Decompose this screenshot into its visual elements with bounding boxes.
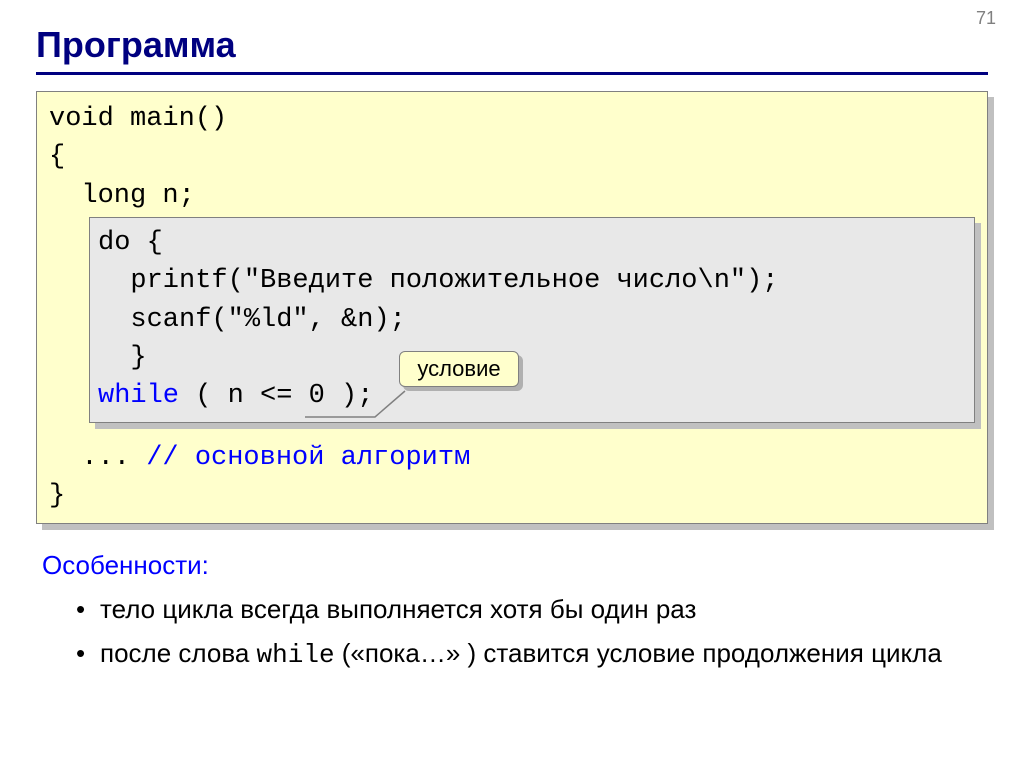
code-line: } xyxy=(98,339,966,377)
keyword-while: while xyxy=(98,381,179,411)
callout-body: условие xyxy=(399,351,519,387)
page-number: 71 xyxy=(976,8,996,29)
title-underline xyxy=(36,72,988,75)
code-line: ... // основной алгоритм xyxy=(37,439,987,477)
code-line: { xyxy=(37,138,987,176)
callout-connector xyxy=(305,387,415,427)
features-list: тело цикла всегда выполняется хотя бы од… xyxy=(76,591,988,674)
code-block: void main() { long n; do { printf("Введи… xyxy=(36,91,988,524)
callout: условие xyxy=(399,351,519,387)
inner-code-body: do { printf("Введите положительное число… xyxy=(89,217,975,423)
code-block-body: void main() { long n; do { printf("Введи… xyxy=(36,91,988,524)
code-comment: // основной алгоритм xyxy=(146,443,470,473)
code-text: ... xyxy=(49,443,146,473)
code-line: do { xyxy=(98,224,966,262)
page-title: Программа xyxy=(36,24,988,66)
bullet-text: («пока…» ) ставится условие продолжения … xyxy=(335,638,942,668)
code-line: } xyxy=(37,477,987,515)
callout-label: условие xyxy=(417,353,500,384)
code-line: void main() xyxy=(37,100,987,138)
code-line: while ( n <= 0 ); xyxy=(98,377,966,415)
list-item: после слова while («пока…» ) ставится ус… xyxy=(76,635,988,675)
code-line: scanf("%ld", &n); xyxy=(98,301,966,339)
inner-code-block: do { printf("Введите положительное число… xyxy=(89,217,975,423)
bullet-text: после слова xyxy=(100,638,257,668)
code-line: printf("Введите положительное число\n"); xyxy=(98,262,966,300)
list-item: тело цикла всегда выполняется хотя бы од… xyxy=(76,591,988,629)
features-heading: Особенности: xyxy=(42,550,988,581)
code-line: long n; xyxy=(37,177,987,215)
bullet-mono: while xyxy=(257,640,335,670)
